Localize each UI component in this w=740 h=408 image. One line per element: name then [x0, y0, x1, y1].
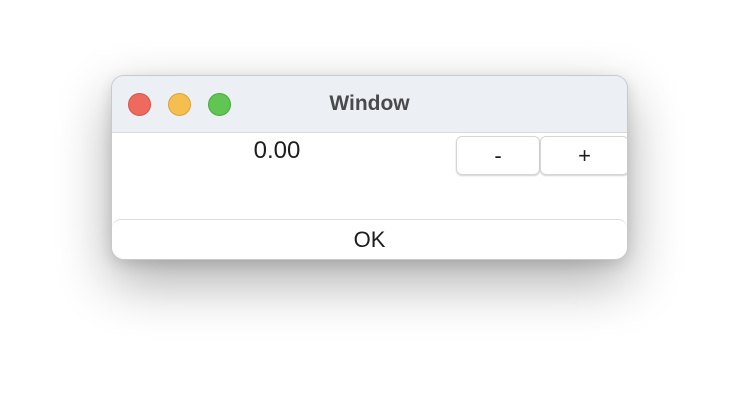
stepper-value: 0.00: [253, 137, 301, 164]
window-title: Window: [329, 92, 410, 115]
app-window: Window 0.00 - + OK: [111, 75, 628, 260]
ok-button[interactable]: OK: [112, 219, 627, 259]
increment-button[interactable]: +: [540, 136, 627, 175]
decrement-button[interactable]: -: [456, 136, 540, 175]
title-bar[interactable]: Window: [112, 76, 627, 133]
